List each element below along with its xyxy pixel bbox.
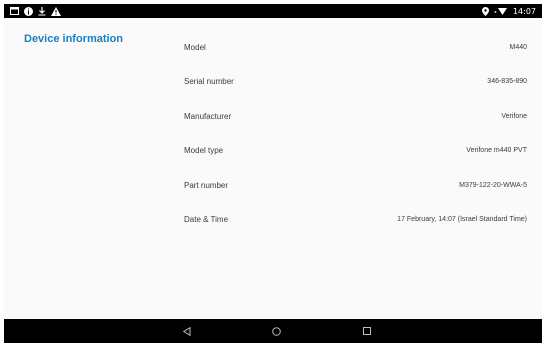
info-value: 346-835-890 [487,78,527,86]
download-icon [38,6,46,16]
settings-content: Device information Model M440 Serial num… [4,18,542,319]
info-value: M440 [509,43,527,51]
info-row-date-time: Date & Time 17 February, 14:07 (Israel S… [184,203,527,238]
info-label: Model type [184,146,224,156]
warning-icon [51,6,61,16]
info-label: Manufacturer [184,111,232,121]
info-label: Serial number [184,77,234,87]
info-icon [24,6,33,16]
back-icon[interactable] [181,325,193,337]
page-title[interactable]: Device information [24,33,123,45]
window-icon [10,6,19,16]
device-info-list: Model M440 Serial number 346-835-890 Man… [184,30,527,237]
recents-icon[interactable] [361,325,373,337]
info-label: Model [184,42,206,52]
navigation-bar [4,319,542,343]
info-row-manufacturer: Manufacturer Verifone [184,99,527,134]
info-value: 17 February, 14:07 (Israel Standard Time… [397,216,527,224]
location-icon [481,6,489,16]
status-time: 14:07 [512,6,536,16]
status-bar: 14:07 [4,4,542,18]
wifi-icon [494,6,508,16]
info-label: Date & Time [184,215,229,225]
info-row-part-number: Part number M379-122-20-WWA-5 [184,168,527,203]
info-row-model-type: Model type Verifone m440 PVT [184,134,527,169]
status-system: 14:07 [481,6,536,16]
info-row-model: Model M440 [184,30,527,65]
info-row-serial-number: Serial number 346-835-890 [184,65,527,100]
info-value: M379-122-20-WWA-5 [459,181,527,189]
info-value: Verifone m440 PVT [466,147,527,155]
info-label: Part number [184,180,229,190]
home-icon[interactable] [270,325,282,337]
status-notifications [10,6,61,16]
info-value: Verifone [501,112,527,120]
